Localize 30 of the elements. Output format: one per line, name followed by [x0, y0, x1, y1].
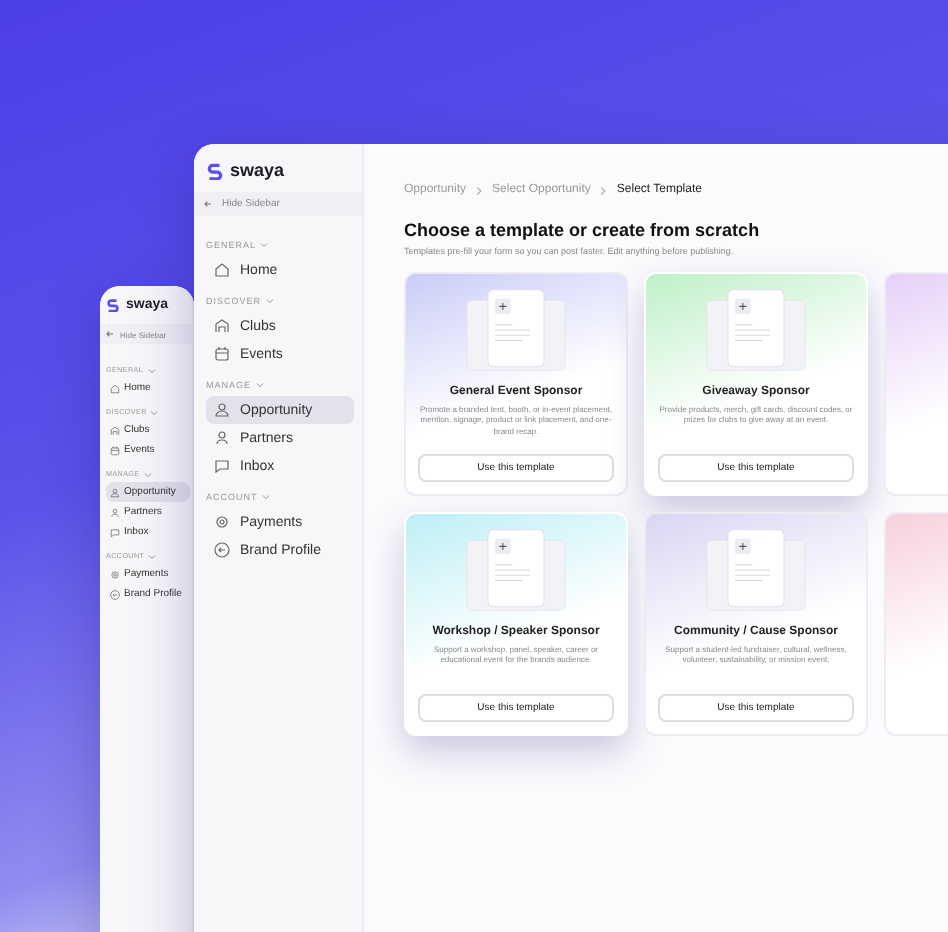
chevron-down-icon	[150, 409, 159, 415]
chat-icon	[214, 458, 230, 474]
calendar-icon	[214, 346, 230, 362]
arrow-left-icon	[202, 198, 214, 210]
chevron-right-icon	[476, 185, 483, 195]
page-heading: Choose a template or create from scratch	[404, 220, 762, 240]
house-icon	[214, 262, 230, 278]
building-icon	[214, 318, 230, 334]
arrow-left-icon	[104, 328, 116, 340]
chevron-down-icon	[148, 553, 157, 559]
building-icon	[110, 425, 120, 435]
chevron-down-icon	[255, 382, 264, 388]
arrow-left-icon	[110, 589, 120, 599]
logo-text: swaya	[230, 160, 285, 180]
person-icon	[214, 430, 230, 446]
chevron-down-icon	[260, 242, 269, 248]
logo-icon	[206, 161, 224, 179]
chevron-down-icon	[147, 367, 156, 373]
people-icon	[110, 487, 120, 497]
logo-icon	[106, 298, 120, 312]
chevron-down-icon	[265, 298, 274, 304]
calendar-icon	[110, 445, 120, 455]
house-icon	[110, 383, 120, 393]
people-icon	[214, 402, 230, 418]
chat-icon	[110, 527, 120, 537]
person-icon	[110, 507, 120, 517]
arrow-left-icon	[214, 542, 230, 558]
chevron-down-icon	[261, 494, 270, 500]
chevron-right-icon	[600, 185, 607, 195]
chevron-down-icon	[143, 471, 152, 477]
